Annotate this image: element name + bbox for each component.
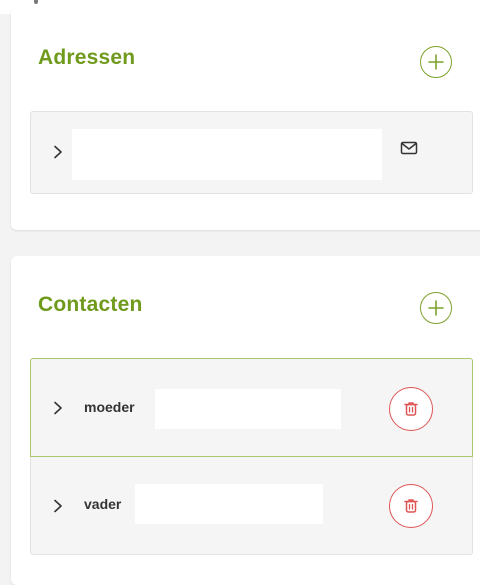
add-address-button[interactable]: [420, 46, 452, 78]
addresses-card: Adressen: [11, 8, 480, 230]
scroll-edge-marker: [34, 0, 38, 4]
chevron-right-icon[interactable]: [52, 499, 64, 513]
delete-contact-button[interactable]: [389, 484, 433, 528]
addresses-title: Adressen: [38, 46, 136, 69]
chevron-right-icon[interactable]: [52, 145, 64, 159]
envelope-icon[interactable]: [400, 139, 418, 157]
contact-row-moeder[interactable]: moeder: [30, 358, 473, 457]
contact-label: vader: [84, 496, 122, 512]
contacts-title: Contacten: [38, 293, 143, 316]
add-contact-button[interactable]: [420, 292, 452, 324]
trash-icon: [404, 499, 418, 513]
plus-icon: [428, 54, 444, 70]
address-row[interactable]: [30, 111, 473, 194]
contacts-card: Contacten moeder vader: [11, 256, 480, 585]
contact-label: moeder: [84, 399, 135, 415]
contact-row-vader[interactable]: vader: [30, 457, 473, 555]
redacted-address: [72, 129, 382, 180]
trash-icon: [404, 402, 418, 416]
redacted-contact-name: [155, 389, 341, 429]
delete-contact-button[interactable]: [389, 387, 433, 431]
plus-icon: [428, 300, 444, 316]
redacted-contact-name: [135, 484, 323, 524]
chevron-right-icon[interactable]: [52, 401, 64, 415]
